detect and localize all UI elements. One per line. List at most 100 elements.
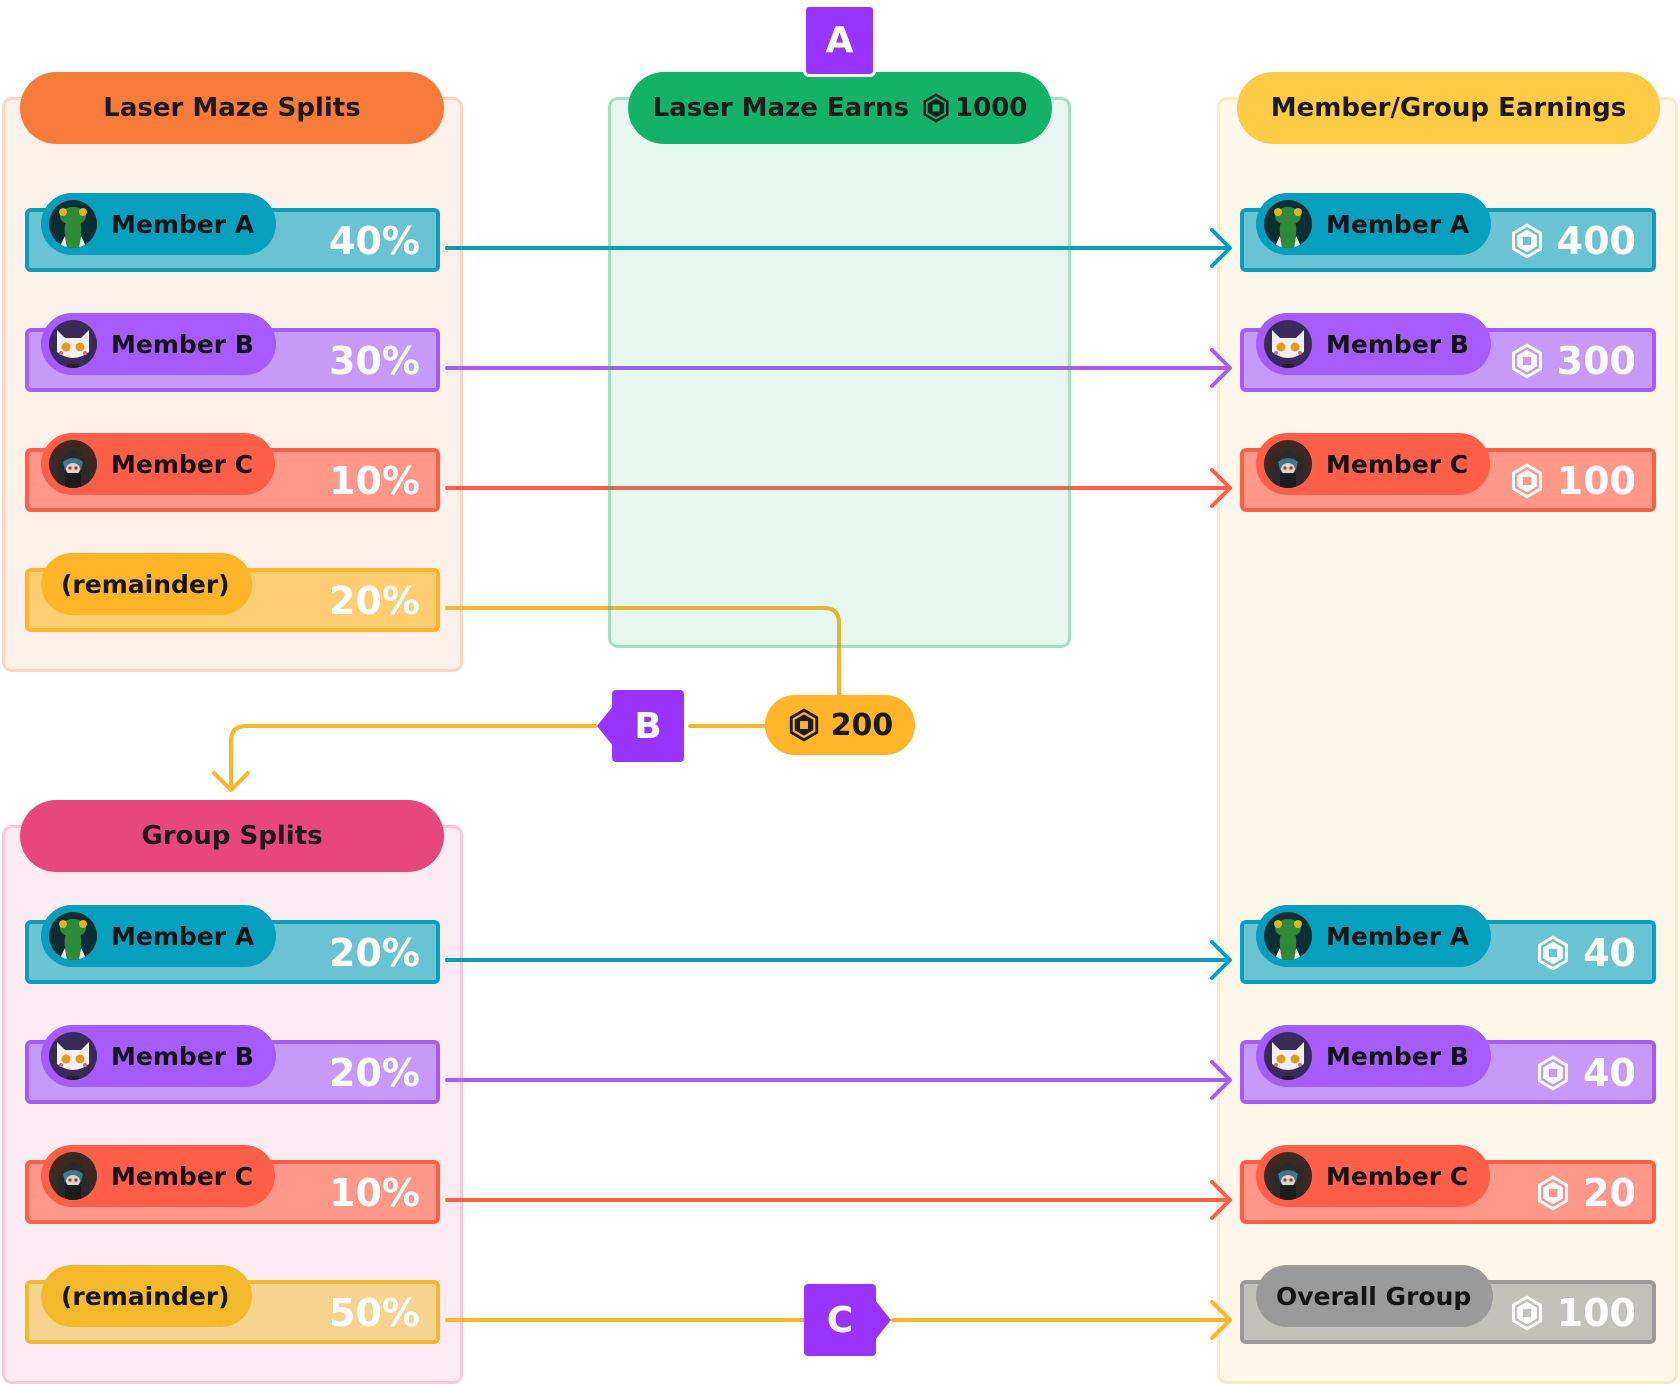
earns-header: Laser Maze Earns 1000 [628, 72, 1052, 144]
row-name: Member B [111, 329, 254, 359]
row-value: 20% [329, 931, 420, 975]
group-splits-title: Group Splits [141, 821, 323, 851]
marker-c: C [804, 1284, 876, 1356]
arrow-group-a-20 [445, 940, 1232, 980]
lizard-avatar [1264, 200, 1312, 248]
robux-icon [1538, 1175, 1569, 1211]
robux-icon [923, 93, 949, 123]
marker-b-pointer [597, 706, 613, 746]
row-name: Member A [111, 921, 255, 951]
group_splits-row-3: (remainder) 50% [25, 1265, 440, 1344]
group_splits-row-1: Member B 20% [25, 1025, 440, 1104]
row-name: (remainder) [61, 1281, 230, 1311]
row-name: Member C [1326, 449, 1469, 479]
robux-icon [1511, 223, 1542, 259]
marker-a: A [803, 4, 876, 77]
row-value: 20% [329, 579, 420, 623]
robux-icon [789, 708, 818, 742]
hooded-avatar [49, 1152, 97, 1200]
earns-title: Laser Maze Earns [652, 93, 910, 123]
row-value: 30% [329, 339, 420, 383]
row-value: 20 [1535, 1174, 1636, 1212]
row-name: Member B [1326, 1041, 1469, 1071]
row-value: 40 [1535, 934, 1636, 972]
cat-avatar [1264, 320, 1312, 368]
row-name: Member A [111, 209, 255, 239]
robux-icon [1511, 1295, 1542, 1331]
row-pill: Member C [41, 1145, 276, 1207]
row-pill: (remainder) [41, 553, 252, 615]
row-name: Member B [1326, 329, 1469, 359]
row-pill: Member C [1256, 1145, 1491, 1207]
earnings-row-6: Overall Group 100 [1240, 1265, 1656, 1344]
marker-b: B [612, 690, 684, 762]
cat-avatar [1264, 1032, 1312, 1080]
laser-splits-title: Laser Maze Splits [103, 93, 361, 123]
laser_splits-row-3: (remainder) 20% [25, 553, 440, 632]
row-value: 10% [329, 459, 420, 503]
row-value: 100 [1509, 462, 1636, 500]
earnings-row-0: Member A 400 [1240, 193, 1656, 272]
cat-avatar [49, 320, 97, 368]
row-name: Overall Group [1276, 1281, 1472, 1311]
hooded-avatar [1264, 440, 1312, 488]
laser_splits-row-1: Member B 30% [25, 313, 440, 392]
row-name: Member C [1326, 1161, 1469, 1191]
row-pill: Overall Group [1256, 1265, 1494, 1327]
group-splits-header: Group Splits [20, 800, 444, 872]
row-value: 10% [329, 1171, 420, 1215]
earnings-title: Member/Group Earnings [1270, 93, 1627, 123]
row-pill: Member B [1256, 313, 1491, 375]
earnings-row-3: Member A 40 [1240, 905, 1656, 984]
earns-amount: 1000 [955, 93, 1028, 123]
laser-splits-header: Laser Maze Splits [20, 72, 444, 144]
laser_splits-row-2: Member C 10% [25, 433, 440, 512]
row-pill: Member A [1256, 905, 1492, 967]
robux-icon [1511, 463, 1542, 499]
line-b-to-group [212, 724, 597, 792]
row-value: 40% [329, 219, 420, 263]
hooded-avatar [49, 440, 97, 488]
row-pill: Member A [41, 905, 277, 967]
hooded-avatar [1264, 1152, 1312, 1200]
lizard-avatar [49, 912, 97, 960]
remainder-amount-pill: 200 [765, 695, 915, 755]
earnings-row-4: Member B 40 [1240, 1025, 1656, 1104]
arrow-group-b-20 [445, 1060, 1232, 1100]
earns-panel [608, 97, 1071, 648]
lizard-avatar [1264, 912, 1312, 960]
earnings-row-1: Member B 300 [1240, 313, 1656, 392]
robux-icon [1538, 1055, 1569, 1091]
cat-avatar [49, 1032, 97, 1080]
earnings-header: Member/Group Earnings [1237, 72, 1660, 144]
remainder-amount: 200 [830, 707, 894, 743]
row-value: 400 [1509, 222, 1636, 260]
row-name: Member C [111, 1161, 254, 1191]
row-pill: Member A [1256, 193, 1492, 255]
group_splits-row-2: Member C 10% [25, 1145, 440, 1224]
row-pill: Member C [41, 433, 276, 495]
row-name: Member C [111, 449, 254, 479]
row-value: 300 [1509, 342, 1636, 380]
group_splits-row-0: Member A 20% [25, 905, 440, 984]
row-value: 40 [1535, 1054, 1636, 1092]
arrow-group-c-10 [445, 1180, 1232, 1220]
row-name: Member B [111, 1041, 254, 1071]
robux-icon [1511, 343, 1542, 379]
row-pill: Member B [1256, 1025, 1491, 1087]
lizard-avatar [49, 200, 97, 248]
row-pill: Member C [1256, 433, 1491, 495]
earnings-row-2: Member C 100 [1240, 433, 1656, 512]
row-pill: Member A [41, 193, 277, 255]
row-name: Member A [1326, 209, 1470, 239]
row-value: 20% [329, 1051, 420, 1095]
marker-c-pointer [875, 1300, 891, 1340]
row-name: Member A [1326, 921, 1470, 951]
robux-icon [1538, 935, 1569, 971]
row-name: (remainder) [61, 569, 230, 599]
row-value: 50% [329, 1291, 420, 1335]
row-pill: Member B [41, 1025, 276, 1087]
row-value: 100 [1509, 1294, 1636, 1332]
row-pill: (remainder) [41, 1265, 252, 1327]
laser_splits-row-0: Member A 40% [25, 193, 440, 272]
